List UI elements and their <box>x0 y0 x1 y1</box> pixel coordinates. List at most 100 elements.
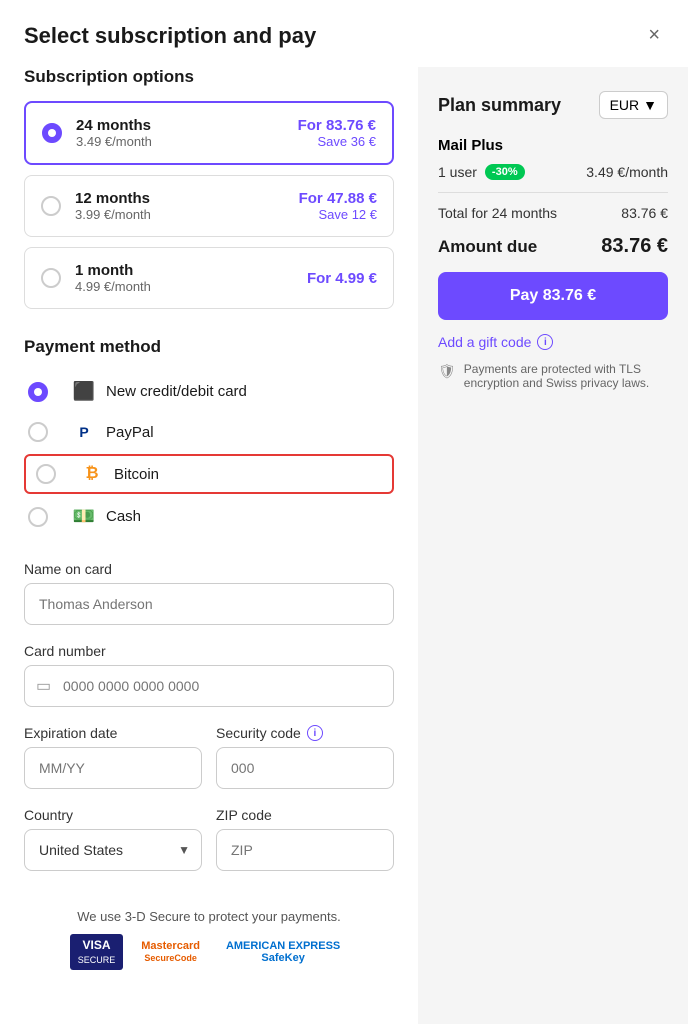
bitcoin-icon: ₿ <box>80 465 104 483</box>
paypal-label: PayPal <box>106 424 154 441</box>
plan-divider <box>438 192 668 193</box>
sub-total-24months: For 83.76 € <box>298 117 376 134</box>
gift-code-link[interactable]: Add a gift code i <box>438 334 668 350</box>
sub-price-right-12months: For 47.88 € Save 12 € <box>299 190 377 222</box>
plan-users-label: 1 user -30% <box>438 164 525 180</box>
security-label-wrapper: Security code i <box>216 725 394 741</box>
sub-info-1month: 1 month 4.99 €/month <box>75 262 307 294</box>
card-logos: VISASECURE MastercardSecureCode AMERICAN… <box>24 934 394 970</box>
payment-option-card[interactable]: ⬛ New credit/debit card <box>24 371 394 412</box>
payment-option-bitcoin[interactable]: ₿ Bitcoin <box>24 454 394 494</box>
card-number-input[interactable] <box>24 665 394 707</box>
secure-notice: We use 3-D Secure to protect your paymen… <box>24 909 394 980</box>
radio-bitcoin <box>36 464 56 484</box>
amex-logo: AMERICAN EXPRESSSafeKey <box>218 936 348 968</box>
sub-name-1month: 1 month <box>75 262 307 279</box>
security-section: Security code i <box>216 725 394 789</box>
gift-code-info-icon[interactable]: i <box>537 334 553 350</box>
name-on-card-section: Name on card <box>24 561 394 625</box>
total-row: Total for 24 months 83.76 € <box>438 205 668 221</box>
mastercard-logo: MastercardSecureCode <box>133 936 208 968</box>
modal: Select subscription and pay × Subscripti… <box>0 0 688 1024</box>
subscription-options: Subscription options 24 months 3.49 €/mo… <box>24 67 394 309</box>
shield-icon: 🛡 <box>438 363 456 380</box>
subscription-option-24months[interactable]: 24 months 3.49 €/month For 83.76 € Save … <box>24 101 394 165</box>
close-button[interactable]: × <box>644 20 664 51</box>
plan-summary-header: Plan summary EUR ▼ <box>438 91 668 119</box>
amount-due-value: 83.76 € <box>601 235 668 258</box>
plan-users-row: 1 user -30% 3.49 €/month <box>438 164 668 180</box>
zip-label: ZIP code <box>216 807 394 823</box>
visa-logo: VISASECURE <box>70 934 124 970</box>
payment-section-title: Payment method <box>24 337 394 357</box>
currency-dropdown-arrow: ▼ <box>643 97 657 113</box>
sub-name-12months: 12 months <box>75 190 299 207</box>
modal-title: Select subscription and pay <box>24 23 316 49</box>
cash-label: Cash <box>106 508 141 525</box>
country-select-wrapper: United States Germany France United King… <box>24 829 202 871</box>
card-icon: ⬛ <box>72 381 96 402</box>
subscription-option-12months[interactable]: 12 months 3.99 €/month For 47.88 € Save … <box>24 175 394 237</box>
payment-option-paypal[interactable]: P PayPal <box>24 412 394 452</box>
bitcoin-label: Bitcoin <box>114 466 159 483</box>
name-on-card-input[interactable] <box>24 583 394 625</box>
security-label: Security code <box>216 725 301 741</box>
card-input-wrapper: ▭ <box>24 665 394 707</box>
country-select[interactable]: United States Germany France United King… <box>24 829 202 871</box>
right-panel: Plan summary EUR ▼ Mail Plus 1 user -30%… <box>418 67 688 1024</box>
country-label: Country <box>24 807 202 823</box>
sub-price-month-1month: 4.99 €/month <box>75 279 307 294</box>
payment-section: Payment method ⬛ New credit/debit card P… <box>24 337 394 537</box>
sub-name-24months: 24 months <box>76 117 298 134</box>
sub-save-12months: Save 12 € <box>299 207 377 222</box>
paypal-icon: P <box>72 424 96 440</box>
currency-label: EUR <box>610 97 640 113</box>
sub-save-24months: Save 36 € <box>298 134 376 149</box>
sub-total-1month: For 4.99 € <box>307 270 377 287</box>
modal-body: Subscription options 24 months 3.49 €/mo… <box>0 67 688 1024</box>
radio-card <box>28 382 48 402</box>
tls-notice: 🛡 Payments are protected with TLS encryp… <box>438 362 668 390</box>
subscription-option-1month[interactable]: 1 month 4.99 €/month For 4.99 € <box>24 247 394 309</box>
radio-cash <box>28 507 48 527</box>
cash-icon: 💵 <box>72 506 96 527</box>
subscription-section-title: Subscription options <box>24 67 394 87</box>
sub-price-month-12months: 3.99 €/month <box>75 207 299 222</box>
pay-button[interactable]: Pay 83.76 € <box>438 272 668 320</box>
currency-button[interactable]: EUR ▼ <box>599 91 668 119</box>
radio-12months <box>41 196 61 216</box>
amount-due-row: Amount due 83.76 € <box>438 235 668 258</box>
plan-price-per-month: 3.49 €/month <box>586 164 668 180</box>
zip-input[interactable] <box>216 829 394 871</box>
zip-section: ZIP code <box>216 807 394 871</box>
amount-due-label: Amount due <box>438 237 537 257</box>
country-section: Country United States Germany France Uni… <box>24 807 202 871</box>
plan-name: Mail Plus <box>438 137 668 154</box>
sub-price-right-1month: For 4.99 € <box>307 270 377 287</box>
expiry-input[interactable] <box>24 747 202 789</box>
name-on-card-label: Name on card <box>24 561 394 577</box>
radio-1month <box>41 268 61 288</box>
radio-24months <box>42 123 62 143</box>
country-zip-row: Country United States Germany France Uni… <box>24 807 394 889</box>
security-input[interactable] <box>216 747 394 789</box>
tls-text: Payments are protected with TLS encrypti… <box>464 362 668 390</box>
payment-option-cash[interactable]: 💵 Cash <box>24 496 394 537</box>
modal-header: Select subscription and pay × <box>0 0 688 67</box>
sub-info-12months: 12 months 3.99 €/month <box>75 190 299 222</box>
card-number-section: Card number ▭ <box>24 643 394 707</box>
sub-price-right-24months: For 83.76 € Save 36 € <box>298 117 376 149</box>
total-value: 83.76 € <box>621 205 668 221</box>
sub-info-24months: 24 months 3.49 €/month <box>76 117 298 149</box>
plan-summary-title: Plan summary <box>438 95 561 116</box>
gift-code-label: Add a gift code <box>438 334 531 350</box>
left-panel: Subscription options 24 months 3.49 €/mo… <box>0 67 418 1024</box>
total-label: Total for 24 months <box>438 205 557 221</box>
card-number-label: Card number <box>24 643 394 659</box>
card-label: New credit/debit card <box>106 383 247 400</box>
security-info-icon[interactable]: i <box>307 725 323 741</box>
expiry-security-row: Expiration date Security code i <box>24 725 394 807</box>
expiry-label: Expiration date <box>24 725 202 741</box>
card-input-icon: ▭ <box>36 676 51 696</box>
sub-total-12months: For 47.88 € <box>299 190 377 207</box>
